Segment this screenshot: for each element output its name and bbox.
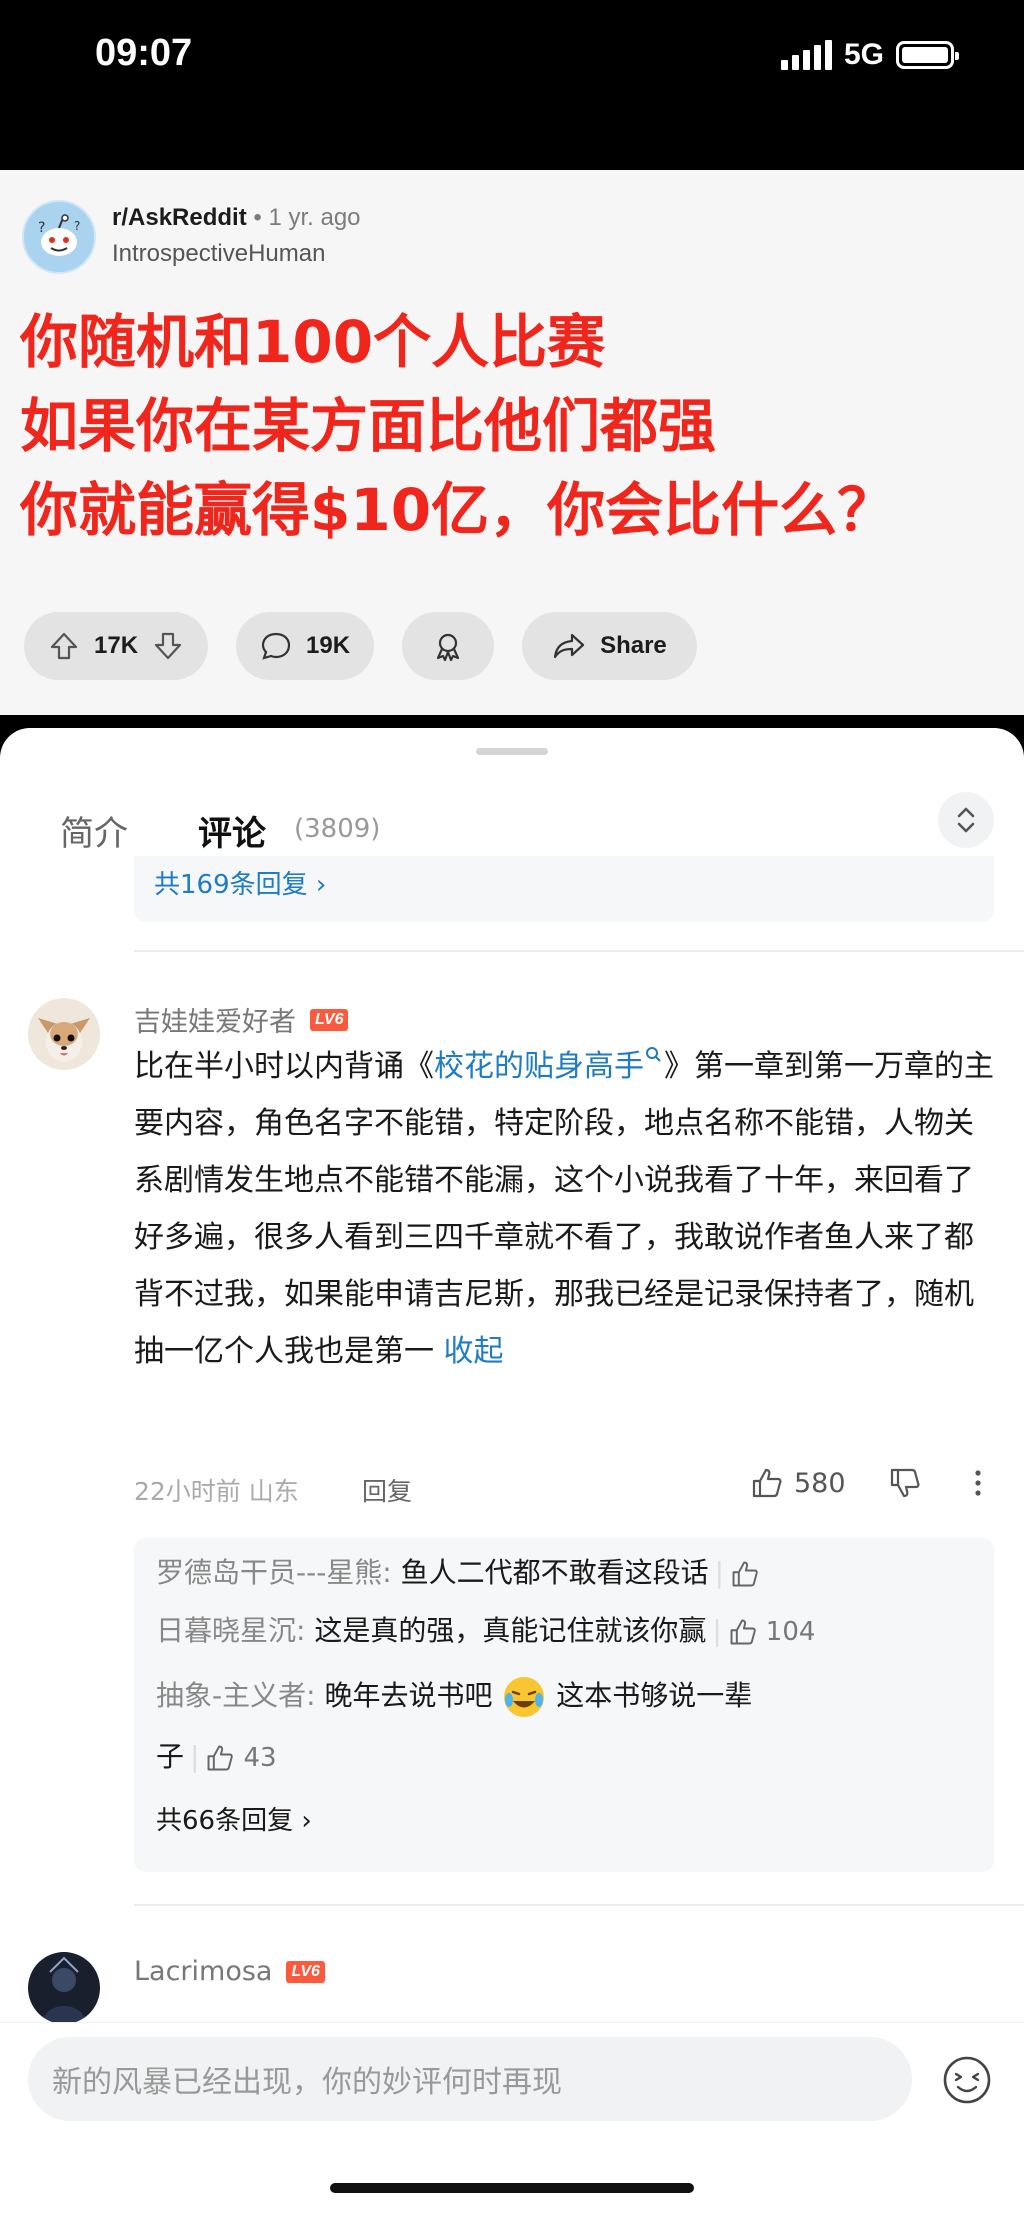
chihuahua-avatar-icon <box>28 998 100 1070</box>
post-title: 你随机和100个人比赛 如果你在某方面比他们都强 你就能赢得$10亿，你会比什么… <box>20 300 1010 552</box>
tab-intro[interactable]: 简介 <box>60 806 128 855</box>
thumbs-up-icon <box>732 1561 758 1587</box>
comment-meta: 22小时前 山东 回复 580 <box>134 1466 1002 1510</box>
subreddit-avatar[interactable]: ? ? <box>22 200 96 274</box>
sub-reply[interactable]: 抽象-主义者: 晚年去说书吧 这本书够说一辈 <box>156 1674 876 1720</box>
post-age: 1 yr. ago <box>268 204 361 231</box>
comment-username[interactable]: Lacrimosa <box>134 1956 272 1987</box>
subreddit-name[interactable]: r/AskReddit <box>112 204 247 231</box>
post-subreddit-line: r/AskReddit • 1 yr. ago <box>112 204 361 231</box>
upvote-icon[interactable] <box>48 630 80 662</box>
award-button[interactable] <box>402 612 495 680</box>
comment-count: 19K <box>306 632 351 659</box>
keyword-text: 校花的贴身高手 <box>434 1049 644 1084</box>
sub-replies-box: 罗德岛干员---星熊: 鱼人二代都不敢看这段话 | 日暮晓星沉: 这是真的强，真能… <box>134 1538 994 1872</box>
reddit-alien-icon: ? ? <box>38 214 80 256</box>
home-indicator[interactable] <box>330 2183 694 2193</box>
sub-reply-text: 子 <box>156 1740 185 1773</box>
status-icons: 5G <box>780 38 959 72</box>
collapse-link[interactable]: 收起 <box>444 1334 504 1369</box>
upvote-count: 17K <box>94 632 139 659</box>
sub-reply-text: 这本书够说一辈 <box>556 1679 753 1712</box>
like-count: 580 <box>794 1467 846 1499</box>
network-label: 5G <box>843 38 884 71</box>
comment-username[interactable]: 吉娃娃爱好者 <box>134 1000 296 1039</box>
sheet-grabber[interactable] <box>476 748 548 755</box>
reply-button[interactable]: 回复 <box>362 1472 412 1508</box>
sub-reply-text: 这是真的强，真能记住就该你赢 <box>305 1614 707 1647</box>
avatar[interactable] <box>28 998 100 1070</box>
sub-reply-like[interactable] <box>730 1559 760 1589</box>
keyword-search-link[interactable]: 校花的贴身高手 <box>434 1047 664 1084</box>
post-title-line: 如果你在某方面比他们都强 <box>20 392 717 460</box>
svg-text:?: ? <box>38 220 45 236</box>
sub-reply-like-count: 104 <box>765 1617 816 1647</box>
thumbs-up-icon <box>208 1745 234 1771</box>
thumbs-up-icon <box>730 1619 756 1645</box>
comment-input-bar: 新的风暴已经出现，你的妙评何时再现 <box>0 2022 1024 2214</box>
share-arrow-icon <box>553 633 585 659</box>
search-icon <box>646 1047 661 1062</box>
share-button[interactable]: Share <box>522 612 697 680</box>
sub-reply-like[interactable]: 104 <box>728 1611 816 1653</box>
avatar[interactable] <box>28 1952 100 2024</box>
comment-bubble-icon <box>261 632 291 660</box>
comment-total-count: (3809) <box>294 814 381 844</box>
downvote-icon[interactable] <box>152 630 184 662</box>
crying-laughing-emoji-icon <box>504 1677 545 1717</box>
sub-reply[interactable]: 罗德岛干员---星熊: 鱼人二代都不敢看这段话 | <box>156 1552 760 1594</box>
comment-username-row: Lacrimosa LV6 <box>134 1956 325 1987</box>
comment-body: 比在半小时以内背诵《校花的贴身高手 》第一章到第一万章的主要内容，角色名字不能错，… <box>134 1038 1002 1380</box>
view-more-replies-link[interactable]: 共66条回复 › <box>156 1800 312 1842</box>
comment-text: 》第一章到第一万章的主要内容，角色名字不能错，特定阶段，地点名称不能错，人物关系… <box>134 1049 994 1369</box>
signal-icon <box>780 40 832 70</box>
sub-reply-user: 日暮晓星沉: <box>156 1614 306 1647</box>
post-author[interactable]: IntrospectiveHuman <box>112 240 325 268</box>
award-icon <box>436 633 460 662</box>
battery-icon <box>896 41 959 69</box>
reddit-post-card: ? ? r/AskReddit • 1 yr. ago Introspectiv… <box>0 170 1024 715</box>
comment-divider <box>134 950 1024 952</box>
chevron-up-down-icon <box>957 807 975 833</box>
comment-time-location: 22小时前 山东 <box>134 1477 299 1506</box>
sub-reply-text: 晚年去说书吧 <box>315 1679 493 1712</box>
more-options-button[interactable] <box>972 1466 984 1506</box>
level-badge: LV6 <box>286 1960 325 1983</box>
comment-divider <box>134 1904 1024 1906</box>
sub-reply-user: 抽象-主义者: <box>156 1679 316 1712</box>
comment-text: 比在半小时以内背诵《 <box>134 1049 434 1084</box>
post-title-line: 你随机和100个人比赛 <box>20 308 606 376</box>
sub-reply-text: 鱼人二代都不敢看这段话 <box>391 1556 709 1589</box>
emoji-button[interactable] <box>940 2053 994 2107</box>
sub-reply[interactable]: 日暮晓星沉: 这是真的强，真能记住就该你赢 | 104 <box>156 1610 815 1653</box>
svg-text:?: ? <box>74 219 80 233</box>
level-badge: LV6 <box>310 1008 349 1031</box>
post-actions: 17K 19K Share <box>24 612 697 680</box>
status-bar: 09:07 5G <box>0 0 1024 170</box>
dislike-button[interactable] <box>888 1466 922 1506</box>
share-label: Share <box>600 632 667 659</box>
sub-reply-continuation: 子 | 43 <box>156 1736 277 1779</box>
comment-input[interactable]: 新的风暴已经出现，你的妙评何时再现 <box>28 2037 912 2121</box>
post-title-line: 你就能赢得$10亿，你会比什么？ <box>20 476 896 544</box>
view-more-replies-link[interactable]: 共169条回复 › <box>154 864 326 901</box>
sort-toggle-button[interactable] <box>938 792 994 848</box>
vote-pill: 17K <box>24 612 209 680</box>
like-button[interactable]: 580 <box>750 1466 846 1500</box>
dark-figure-avatar-icon <box>28 1952 100 2024</box>
thumbs-up-icon <box>752 1468 782 1498</box>
more-vertical-icon <box>975 1470 981 1496</box>
sub-reply-like[interactable]: 43 <box>205 1737 277 1779</box>
sub-reply-user: 罗德岛干员---星熊: <box>156 1556 392 1589</box>
tab-comments[interactable]: 评论 <box>198 806 266 855</box>
status-time: 09:07 <box>95 32 193 74</box>
thumbs-down-icon <box>890 1468 920 1498</box>
sub-reply-like-count: 43 <box>243 1743 277 1773</box>
emoji-icon <box>943 2056 991 2104</box>
comment-username-row: 吉娃娃爱好者 LV6 <box>134 1000 349 1039</box>
comments-button[interactable]: 19K <box>236 612 375 680</box>
comment-sheet: 简介 评论 (3809) 共169条回复 › 吉娃娃爱好者 LV6 比在半小时以… <box>0 728 1024 2214</box>
previous-replies-box: 共169条回复 › <box>134 856 994 922</box>
